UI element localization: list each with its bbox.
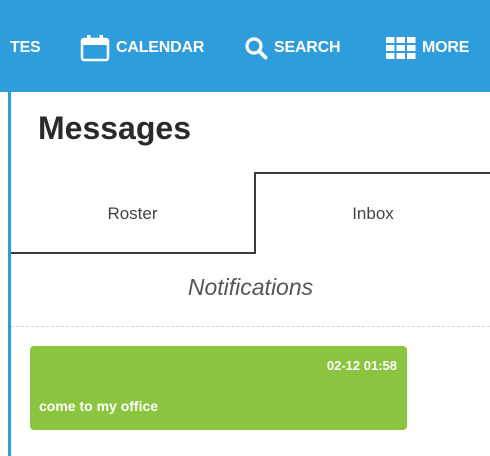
calendar-icon: [80, 34, 116, 62]
page-title: Messages: [38, 110, 191, 146]
notifications-divider: [11, 326, 490, 327]
nav-calendar[interactable]: CALENDAR: [80, 30, 204, 66]
grid-icon: [386, 36, 422, 60]
active-tab-top-border: [254, 172, 490, 174]
message-text: come to my office: [39, 398, 159, 414]
nav-notes[interactable]: TES: [10, 30, 41, 66]
nav-calendar-label: CALENDAR: [116, 39, 205, 56]
nav-search[interactable]: SEARCH: [244, 30, 341, 66]
notifications-header: Notifications: [187, 274, 314, 300]
nav-notes-label: TES: [10, 39, 41, 56]
nav-more[interactable]: MORE: [386, 30, 469, 66]
nav-search-label: SEARCH: [274, 39, 341, 56]
tab-bar-underline: [11, 252, 256, 254]
tab-roster[interactable]: Roster: [11, 196, 254, 232]
tab-inbox[interactable]: Inbox: [256, 196, 490, 232]
message-timestamp: 02-12 01:58: [326, 358, 397, 373]
search-icon: [244, 36, 274, 60]
nav-more-label: MORE: [422, 39, 470, 56]
message-card[interactable]: 02-12 01:58 come to my office: [30, 346, 407, 430]
top-nav-bar: TES CALENDAR SEARCH MORE: [0, 0, 490, 92]
